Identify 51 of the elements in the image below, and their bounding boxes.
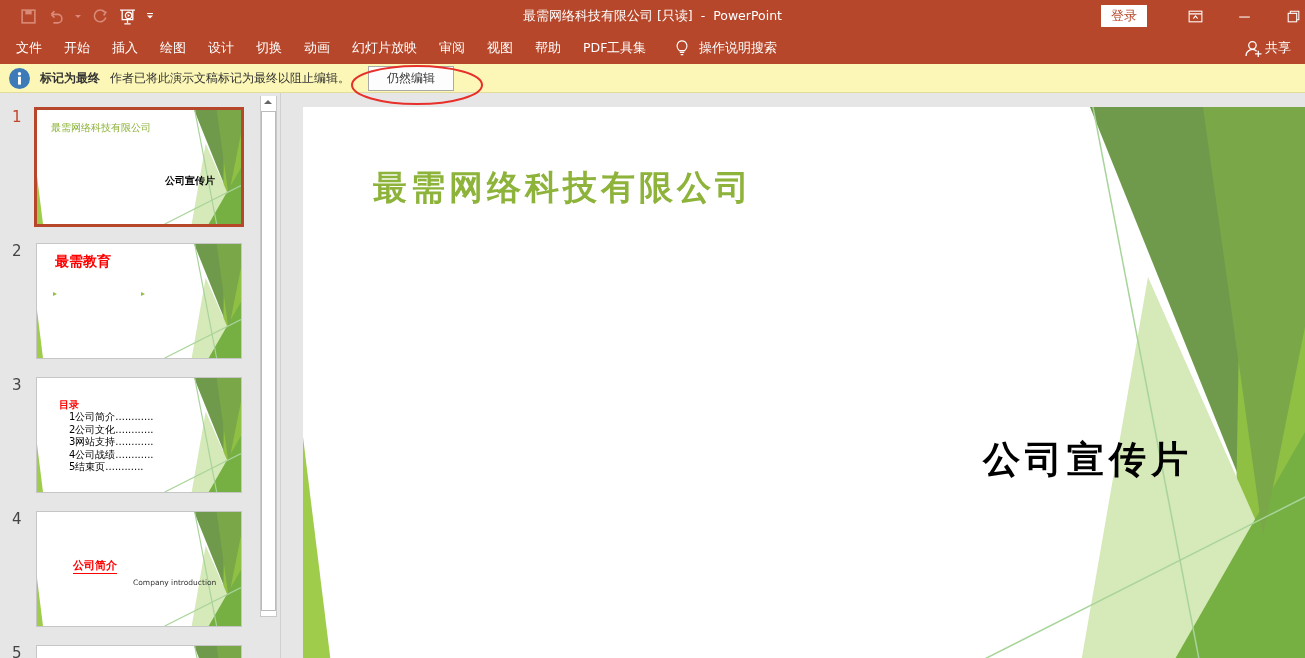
tell-me-search[interactable]: 操作说明搜索 bbox=[699, 39, 778, 57]
slide-number: 2 bbox=[11, 242, 23, 260]
slide-number: 4 bbox=[11, 510, 23, 528]
slide-number: 5 bbox=[11, 644, 23, 658]
window-title: 最需网络科技有限公司 [只读] - PowerPoint bbox=[523, 7, 782, 25]
ribbon-tab[interactable]: 插入 bbox=[101, 35, 149, 61]
slide-title: 目录 bbox=[59, 398, 80, 411]
triangle-pattern-drawing bbox=[194, 646, 241, 658]
redo-icon[interactable] bbox=[92, 7, 109, 25]
lightbulb-icon bbox=[675, 39, 690, 57]
slide-subtitle: 公司宣传片 bbox=[165, 174, 215, 188]
contents-item: 5结束页............ bbox=[68, 461, 145, 474]
contents-item: 3网站支持............ bbox=[68, 436, 154, 449]
message-title: 标记为最终 bbox=[40, 69, 100, 87]
ribbon-tab[interactable]: 切换 bbox=[245, 35, 293, 61]
slide-subtitle: 公司宣传片 bbox=[983, 436, 1193, 483]
slideshow-icon[interactable] bbox=[119, 7, 136, 25]
slide-title: 最需网络科技有限公司 bbox=[373, 166, 753, 209]
slide-thumbnail[interactable]: 目录 1公司简介............ 2公司文化............ 3网站支持............ 4公司战绩............ 5结束页............ bbox=[37, 378, 241, 492]
save-icon[interactable] bbox=[20, 7, 37, 25]
ribbon-tab[interactable]: PDF工具集 bbox=[572, 35, 658, 61]
caret-icon[interactable] bbox=[74, 12, 82, 20]
share-button[interactable]: 共享 bbox=[1239, 38, 1297, 58]
ribbon-tab[interactable]: 审阅 bbox=[428, 35, 476, 61]
ribbon-tab[interactable]: 文件 bbox=[5, 35, 53, 61]
ribbon-tab[interactable]: 幻灯片放映 bbox=[341, 35, 428, 61]
person-add-icon bbox=[1245, 39, 1262, 57]
slide-title: 最需教育 bbox=[55, 253, 111, 271]
slide-title: 公司简介 bbox=[73, 558, 117, 574]
bullet-icon bbox=[53, 292, 57, 296]
slide-thumbnail[interactable]: 最需教育 bbox=[37, 244, 241, 358]
edit-anyway-button[interactable]: 仍然编辑 bbox=[368, 65, 454, 91]
customize-caret-icon[interactable] bbox=[146, 12, 154, 20]
slide-number: 3 bbox=[11, 376, 23, 394]
message-text: 作者已将此演示文稿标记为最终以阻止编辑。 bbox=[110, 69, 350, 87]
slide-thumbnail[interactable]: 最需网络科技有限公司 公司宣传片 bbox=[37, 110, 241, 224]
scrollbar-thumb[interactable] bbox=[261, 111, 276, 611]
ribbon-tab[interactable]: 视图 bbox=[476, 35, 524, 61]
ribbon-tab[interactable]: 动画 bbox=[293, 35, 341, 61]
bullet-icon bbox=[141, 292, 145, 296]
contents-item: 4公司战绩............ bbox=[68, 448, 154, 461]
slide-title: 最需网络科技有限公司 bbox=[51, 121, 151, 135]
ribbon-tab[interactable]: 绘图 bbox=[149, 35, 197, 61]
contents-item: 1公司简介............ bbox=[68, 411, 154, 424]
sign-in-button[interactable]: 登录 bbox=[1101, 5, 1147, 27]
ribbon-tab[interactable]: 帮助 bbox=[524, 35, 572, 61]
slide-number: 1 bbox=[11, 108, 23, 126]
ribbon-tab[interactable]: 开始 bbox=[53, 35, 101, 61]
ribbon-tab[interactable]: 设计 bbox=[197, 35, 245, 61]
info-icon bbox=[9, 67, 30, 89]
contents-item: 2公司文化............ bbox=[68, 423, 154, 436]
